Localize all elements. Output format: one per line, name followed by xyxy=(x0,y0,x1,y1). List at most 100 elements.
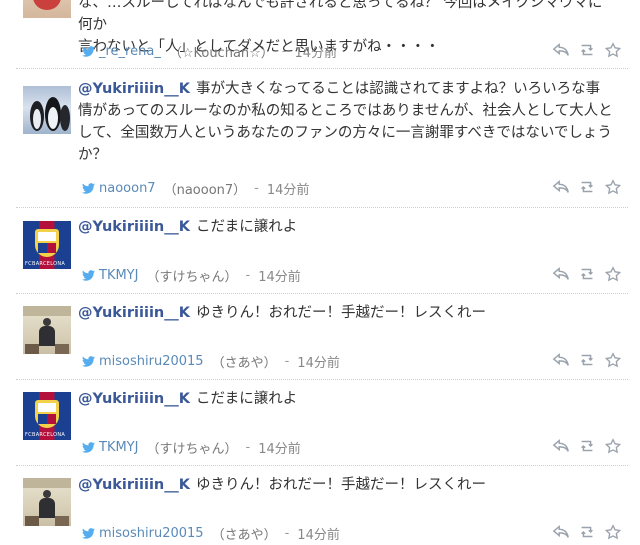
twitter-bird-icon xyxy=(82,356,95,367)
retweet-icon[interactable] xyxy=(578,42,596,58)
avatar[interactable]: FCBARCELONA xyxy=(23,392,71,440)
tweet-text: @Yukiriiiin__K ゆきりん！おれだー！手越だー！レスくれー xyxy=(78,474,614,496)
tweet-text: @Yukiriiiin__K 事が大きくなってることは認識されてますよね？いろいろ… xyxy=(78,78,614,166)
display-name: （さあや） xyxy=(211,356,277,371)
crest-icon xyxy=(35,229,59,257)
avatar-person-body xyxy=(39,498,55,518)
display-name: （すけちゃん） xyxy=(146,442,238,457)
avatar-chair xyxy=(55,344,69,354)
avatar-person-head xyxy=(43,318,51,326)
tweet-meta: misoshiru20015 （さあや） - 14分前 xyxy=(82,352,340,371)
favorite-icon[interactable] xyxy=(604,179,622,195)
reply-icon[interactable] xyxy=(552,266,570,282)
tweet-actions xyxy=(552,179,622,195)
tweet-actions xyxy=(552,42,622,58)
favorite-icon[interactable] xyxy=(604,438,622,454)
avatar-chair xyxy=(25,344,39,354)
avatar[interactable] xyxy=(23,86,71,134)
tweet-actions xyxy=(552,352,622,368)
tweet-meta: TKMYJ （すけちゃん） - 14分前 xyxy=(82,438,301,457)
display-name: （さあや） xyxy=(211,528,277,543)
avatar[interactable] xyxy=(23,306,71,354)
username-link[interactable]: misoshiru20015 xyxy=(99,354,204,369)
mention-link[interactable]: @Yukiriiiin__K xyxy=(78,219,190,235)
twitter-bird-icon xyxy=(82,528,95,539)
reply-icon[interactable] xyxy=(552,42,570,58)
crest-icon xyxy=(35,400,59,428)
reply-icon[interactable] xyxy=(552,352,570,368)
tweet-1: @Yukiriiiin__K 事が大きくなってることは認識されてますよね？いろいろ… xyxy=(0,69,632,205)
tweet-text-line: な、…スルーしてればなんでも許されると思ってるね？ 今回はメイクシマウマに何か xyxy=(78,0,603,33)
favorite-icon[interactable] xyxy=(604,352,622,368)
twitter-bird-icon xyxy=(82,46,95,57)
avatar-label: FCBARCELONA xyxy=(25,432,66,438)
avatar-person-body xyxy=(39,326,55,346)
favorite-icon[interactable] xyxy=(604,266,622,282)
twitter-bird-icon xyxy=(82,183,95,194)
username-link[interactable]: naooon7 xyxy=(99,181,156,196)
username-link[interactable]: misoshiru20015 xyxy=(99,526,204,541)
avatar[interactable]: FCBARCELONA xyxy=(23,221,71,269)
retweet-icon[interactable] xyxy=(578,352,596,368)
timestamp-link[interactable]: 14分前 xyxy=(297,524,340,543)
tweet-3: @Yukiriiiin__K ゆきりん！おれだー！手越だー！レスくれー misos… xyxy=(0,294,632,378)
timestamp-link[interactable]: 14分前 xyxy=(258,266,301,285)
tweet-text-content: ゆきりん！おれだー！手越だー！レスくれー xyxy=(195,477,486,493)
separator: - xyxy=(245,268,251,283)
timestamp-link[interactable]: 14分前 xyxy=(297,352,340,371)
tweet-text: @Yukiriiiin__K こだまに譲れよ xyxy=(78,388,614,410)
timestamp-link[interactable]: 14分前 xyxy=(258,438,301,457)
display-name: （☆Kouchan☆） xyxy=(168,46,274,61)
tweet-actions xyxy=(552,266,622,282)
tweet-text-content: こだまに譲れよ xyxy=(195,219,298,235)
tweet-5: @Yukiriiiin__K ゆきりん！おれだー！手越だー！レスくれー misos… xyxy=(0,466,632,545)
avatar-person-head xyxy=(43,490,51,498)
retweet-icon[interactable] xyxy=(578,266,596,282)
mention-link[interactable]: @Yukiriiiin__K xyxy=(78,305,190,321)
mention-link[interactable]: @Yukiriiiin__K xyxy=(78,81,190,97)
separator: - xyxy=(281,44,287,59)
avatar-bg xyxy=(23,478,71,488)
avatar[interactable] xyxy=(23,0,71,18)
retweet-icon[interactable] xyxy=(578,524,596,540)
timestamp-link[interactable]: 14分前 xyxy=(267,179,310,198)
avatar-chair xyxy=(55,516,69,526)
tweet-0: な、…スルーしてればなんでも許されると思ってるね？ 今回はメイクシマウマに何か … xyxy=(0,0,632,68)
avatar-chair xyxy=(25,516,39,526)
reply-icon[interactable] xyxy=(552,438,570,454)
tweet-meta: misoshiru20015 （さあや） - 14分前 xyxy=(82,524,340,543)
avatar-label: FCBARCELONA xyxy=(25,261,66,267)
display-name: （naooon7） xyxy=(163,183,247,198)
separator: - xyxy=(284,354,290,369)
timestamp-link[interactable]: 14分前 xyxy=(295,42,338,61)
tweet-text-content: ゆきりん！おれだー！手越だー！レスくれー xyxy=(195,305,486,321)
username-link[interactable]: TKMYJ xyxy=(99,268,138,283)
retweet-icon[interactable] xyxy=(578,438,596,454)
penguins-image xyxy=(30,97,70,131)
twitter-bird-icon xyxy=(82,270,95,281)
twitter-bird-icon xyxy=(82,442,95,453)
retweet-icon[interactable] xyxy=(578,179,596,195)
reply-icon[interactable] xyxy=(552,179,570,195)
separator: - xyxy=(254,181,259,196)
reply-icon[interactable] xyxy=(552,524,570,540)
mention-link[interactable]: @Yukiriiiin__K xyxy=(78,391,190,407)
tweet-2: FCBARCELONA @Yukiriiiin__K こだまに譲れよ TKMYJ … xyxy=(0,208,632,292)
avatar-bg xyxy=(23,306,71,316)
tweet-actions xyxy=(552,524,622,540)
avatar[interactable] xyxy=(23,478,71,526)
separator: - xyxy=(284,526,290,541)
tweet-4: FCBARCELONA @Yukiriiiin__K こだまに譲れよ TKMYJ … xyxy=(0,380,632,464)
tweet-text-content: こだまに譲れよ xyxy=(195,391,298,407)
tweet-text: @Yukiriiiin__K ゆきりん！おれだー！手越だー！レスくれー xyxy=(78,302,614,324)
username-link[interactable]: _re_rena_ xyxy=(99,44,161,59)
favorite-icon[interactable] xyxy=(604,42,622,58)
tweet-text: @Yukiriiiin__K こだまに譲れよ xyxy=(78,216,614,238)
separator: - xyxy=(245,440,251,455)
tweet-actions xyxy=(552,438,622,454)
username-link[interactable]: TKMYJ xyxy=(99,440,138,455)
avatar-face xyxy=(33,0,61,10)
tweet-meta: _re_rena_ （☆Kouchan☆） - 14分前 xyxy=(82,42,337,61)
mention-link[interactable]: @Yukiriiiin__K xyxy=(78,477,190,493)
favorite-icon[interactable] xyxy=(604,524,622,540)
